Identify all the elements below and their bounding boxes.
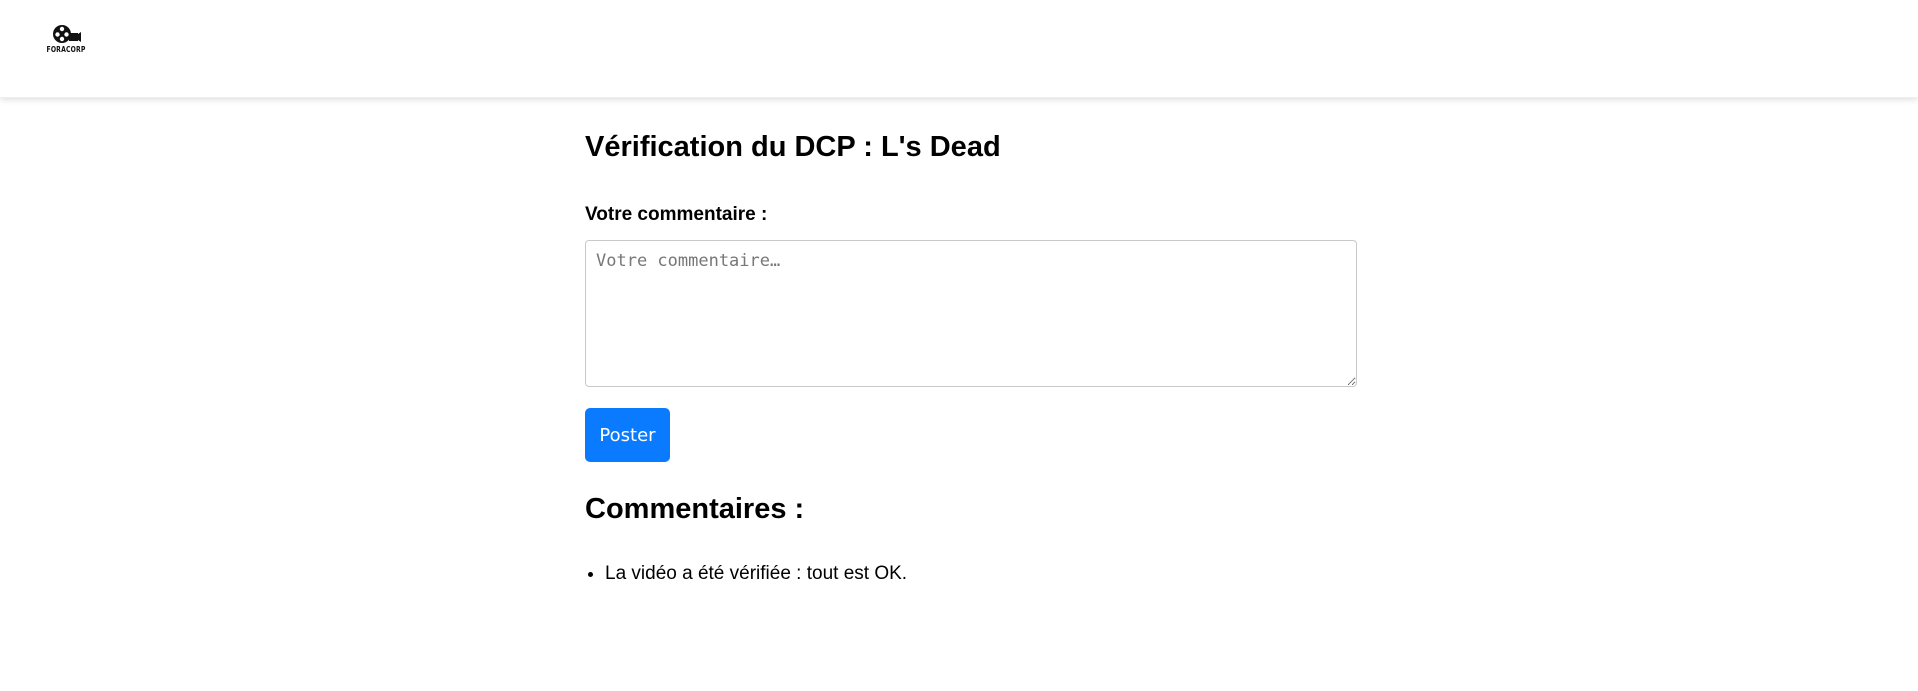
comment-label: Votre commentaire : xyxy=(585,204,768,225)
page-title: Vérification du DCP : L's Dead xyxy=(585,131,1001,163)
comment-textarea[interactable] xyxy=(585,240,1357,387)
film-reel-camera-icon xyxy=(53,25,81,43)
foracorp-logo[interactable]: FORACORP xyxy=(40,24,92,58)
comments-heading: Commentaires : xyxy=(585,493,805,525)
post-button[interactable]: Poster xyxy=(585,408,670,462)
main-content: Vérification du DCP : L's Dead Votre com… xyxy=(585,122,1357,584)
logo-text: FORACORP xyxy=(46,45,86,54)
comment-item: La vidéo a été vérifiée : tout est OK. xyxy=(605,562,1345,586)
top-header: FORACORP xyxy=(0,0,1918,98)
comments-list: La vidéo a été vérifiée : tout est OK. xyxy=(585,562,1345,586)
